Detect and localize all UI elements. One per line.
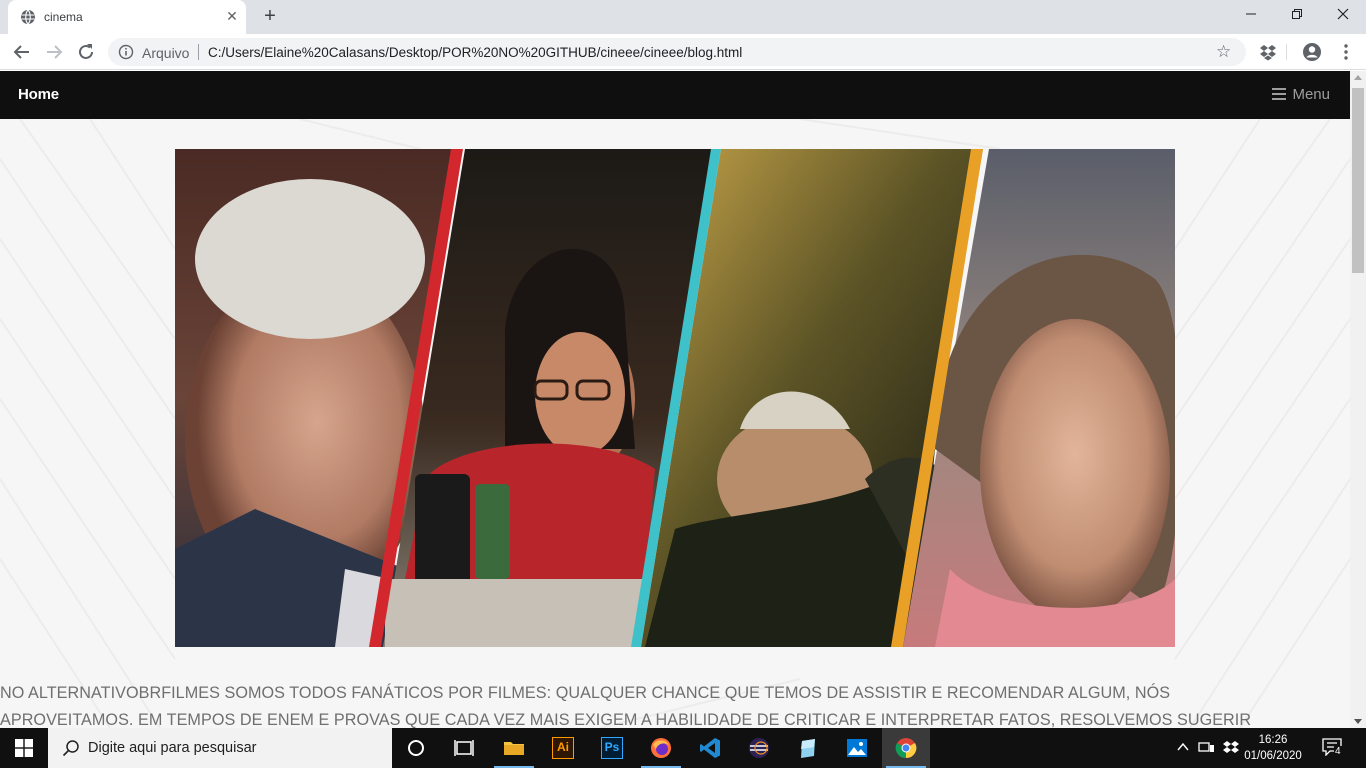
network-icon[interactable] — [1198, 740, 1216, 754]
chrome-icon — [895, 738, 917, 759]
close-window-button[interactable] — [1320, 0, 1366, 32]
photoshop-button[interactable]: Ps — [588, 728, 636, 768]
scroll-up-icon[interactable] — [1354, 75, 1362, 80]
search-placeholder: Digite aqui para pesquisar — [88, 740, 257, 756]
illustrator-button[interactable]: Ai — [539, 728, 587, 768]
notifications-button[interactable]: 4 — [1322, 738, 1346, 760]
omnibox-separator — [198, 44, 199, 60]
scroll-thumb[interactable] — [1352, 88, 1364, 273]
back-icon[interactable] — [10, 40, 34, 64]
photos-icon — [847, 739, 867, 757]
intro-line: NO ALTERNATIVOBRFILMES SOMOS TODOS FANÁT… — [0, 684, 1171, 702]
close-tab-icon[interactable]: ✕ — [224, 8, 240, 24]
start-button[interactable] — [0, 728, 48, 768]
illustrator-icon: Ai — [552, 737, 574, 759]
file-explorer-button[interactable] — [490, 728, 538, 768]
tab-strip: cinema ✕ + — [0, 0, 1366, 34]
dropbox-tray-icon[interactable] — [1222, 740, 1240, 756]
vscode-icon — [700, 738, 720, 758]
minimize-icon — [1246, 13, 1256, 15]
tab-title: cinema — [44, 10, 83, 24]
system-clock[interactable]: 16:26 01/06/2020 — [1240, 732, 1306, 764]
site-navbar: Home Menu — [0, 71, 1350, 119]
hamburger-icon — [1272, 88, 1287, 100]
windows-icon — [15, 739, 33, 757]
dropbox-icon[interactable] — [1258, 42, 1278, 62]
more-icon[interactable] — [1336, 42, 1356, 62]
chevron-up-icon[interactable] — [1176, 740, 1190, 754]
info-icon[interactable] — [118, 44, 134, 60]
home-link[interactable]: Home — [18, 86, 59, 103]
new-tab-button[interactable]: + — [260, 6, 280, 26]
forward-icon[interactable] — [42, 40, 66, 64]
firefox-icon — [651, 738, 671, 758]
menu-label: Menu — [1292, 86, 1330, 103]
globe-icon — [21, 9, 35, 25]
address-bar[interactable]: Arquivo C:/Users/Elaine%20Calasans/Deskt… — [108, 38, 1246, 66]
url-text[interactable]: C:/Users/Elaine%20Calasans/Desktop/POR%2… — [208, 45, 742, 60]
taskbar: Digite aqui para pesquisar Ai Ps 16:26 0… — [0, 728, 1366, 768]
task-view-button[interactable] — [440, 728, 488, 768]
reload-icon[interactable] — [74, 40, 98, 64]
clock-time: 16:26 — [1258, 734, 1288, 746]
cortana-button[interactable] — [392, 728, 440, 768]
app-icon — [801, 739, 815, 758]
task-view-icon — [454, 740, 474, 756]
folder-icon — [504, 742, 524, 755]
photos-button[interactable] — [833, 728, 881, 768]
hero-image — [175, 149, 1175, 647]
photoshop-icon: Ps — [601, 737, 623, 759]
browser-tab[interactable]: cinema ✕ — [8, 0, 246, 34]
minimize-button[interactable] — [1228, 0, 1274, 32]
vscode-button[interactable] — [686, 728, 734, 768]
restore-icon — [1292, 9, 1302, 19]
taskbar-search[interactable]: Digite aqui para pesquisar — [48, 728, 392, 768]
page-viewport: Home Menu NO ALTERNATIVOBRFILMES SOMOS T… — [0, 71, 1350, 728]
close-icon — [1337, 8, 1349, 20]
page-scrollbar[interactable] — [1350, 71, 1366, 728]
toolbar-separator — [1286, 44, 1287, 60]
intro-line: APROVEITAMOS. EM TEMPOS DE ENEM E PROVAS… — [0, 711, 1252, 728]
scheme-label: Arquivo — [142, 45, 190, 61]
account-icon[interactable] — [1302, 42, 1322, 62]
clock-date: 01/06/2020 — [1244, 750, 1302, 762]
restore-button[interactable] — [1274, 0, 1320, 32]
browser-toolbar: Arquivo C:/Users/Elaine%20Calasans/Deskt… — [0, 34, 1366, 70]
cortana-icon — [408, 740, 424, 756]
intro-text: NO ALTERNATIVOBRFILMES SOMOS TODOS FANÁT… — [0, 680, 1350, 728]
scroll-down-icon[interactable] — [1354, 719, 1362, 724]
eclipse-button[interactable] — [735, 728, 783, 768]
eclipse-icon — [749, 738, 769, 758]
search-icon — [62, 740, 79, 757]
chrome-button[interactable] — [882, 728, 930, 768]
notification-count: 4 — [1334, 746, 1342, 757]
star-icon[interactable]: ☆ — [1216, 42, 1236, 62]
firefox-button[interactable] — [637, 728, 685, 768]
app-blue-button[interactable] — [784, 728, 832, 768]
menu-button[interactable]: Menu — [1272, 86, 1330, 103]
